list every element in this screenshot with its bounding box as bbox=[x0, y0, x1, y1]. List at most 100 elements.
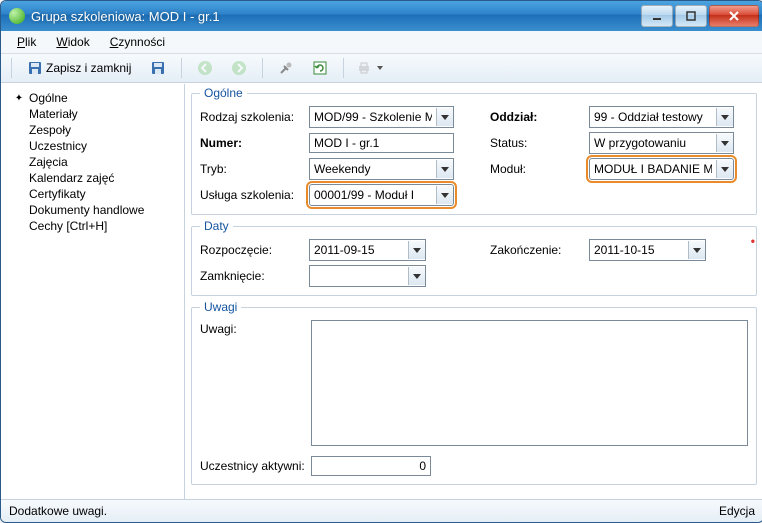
toolbar-sep-3 bbox=[343, 58, 344, 78]
refresh-icon bbox=[312, 60, 328, 76]
combo-rodzaj[interactable] bbox=[309, 106, 454, 128]
date-zamkniecie[interactable] bbox=[309, 265, 426, 287]
label-numer: Numer: bbox=[200, 136, 305, 150]
menubar: Plik Widok Czynności bbox=[1, 31, 762, 54]
print-icon bbox=[356, 60, 372, 76]
nav-back-button[interactable] bbox=[190, 57, 220, 79]
sidebar: ✦ Ogólne ▸ Materiały ▸ Zespoły ▸ Uczestn… bbox=[1, 84, 185, 499]
sidebar-item-attributes[interactable]: ▸ Cechy [Ctrl+H] bbox=[5, 218, 180, 234]
save-icon-2 bbox=[151, 61, 165, 75]
dropdown-icon[interactable] bbox=[716, 134, 733, 152]
dropdown-icon[interactable] bbox=[408, 267, 425, 285]
date-zakonczenie-input[interactable] bbox=[590, 241, 688, 259]
titlebar: Grupa szkoleniowa: MOD I - gr.1 bbox=[1, 1, 762, 31]
menu-actions[interactable]: Czynności bbox=[102, 33, 173, 51]
input-uczestnicy-aktywni[interactable] bbox=[311, 456, 431, 476]
sidebar-item-calendar[interactable]: ▸ Kalendarz zajęć bbox=[5, 170, 180, 186]
label-zamk: Zamknięcie: bbox=[200, 269, 305, 283]
menu-view-underline: W bbox=[56, 35, 67, 49]
toolbar-sep-0 bbox=[11, 58, 12, 78]
combo-oddzial[interactable] bbox=[589, 106, 734, 128]
save-button[interactable] bbox=[143, 57, 173, 79]
minimize-icon bbox=[652, 11, 662, 21]
dropdown-icon[interactable] bbox=[436, 186, 453, 204]
combo-status[interactable] bbox=[589, 132, 734, 154]
general-grid: Rodzaj szkolenia: Oddział: Numer: Status bbox=[200, 106, 748, 206]
sidebar-item-label: Ogólne bbox=[29, 91, 68, 105]
group-notes: Uwagi Uwagi: Uczestnicy aktywni: bbox=[191, 300, 757, 485]
menu-file-underline: P bbox=[17, 35, 25, 49]
sidebar-item-classes[interactable]: ▸ Zajęcia bbox=[5, 154, 180, 170]
chevron-right-icon: ✦ bbox=[13, 93, 25, 104]
print-button[interactable] bbox=[352, 57, 388, 79]
label-oddzial: Oddział: bbox=[490, 110, 585, 124]
save-close-label: Zapisz i zamknij bbox=[46, 61, 131, 75]
sidebar-item-general[interactable]: ✦ Ogólne bbox=[5, 90, 180, 106]
dropdown-icon[interactable] bbox=[436, 160, 453, 178]
combo-usluga-input[interactable] bbox=[310, 186, 436, 204]
window-buttons bbox=[641, 5, 759, 27]
sidebar-item-trade-docs[interactable]: ▸ Dokumenty handlowe bbox=[5, 202, 180, 218]
label-tryb: Tryb: bbox=[200, 162, 305, 176]
dropdown-icon[interactable] bbox=[408, 241, 425, 259]
group-dates: Daty Rozpoczęcie: Zakończenie: Zamknięci… bbox=[191, 219, 757, 296]
combo-modul-input[interactable] bbox=[590, 160, 716, 178]
dropdown-icon[interactable] bbox=[716, 108, 733, 126]
combo-oddzial-input[interactable] bbox=[590, 108, 716, 126]
group-notes-legend: Uwagi bbox=[200, 300, 241, 314]
tools-button[interactable] bbox=[271, 57, 301, 79]
combo-tryb-input[interactable] bbox=[310, 160, 436, 178]
dropdown-icon[interactable] bbox=[436, 108, 453, 126]
save-icon bbox=[28, 61, 42, 75]
sidebar-item-certificates[interactable]: ▸ Certyfikaty bbox=[5, 186, 180, 202]
status-left: Dodatkowe uwagi. bbox=[9, 504, 107, 518]
date-rozpoczecie-input[interactable] bbox=[310, 241, 408, 259]
textarea-uwagi[interactable] bbox=[311, 320, 748, 446]
dropdown-icon[interactable] bbox=[688, 241, 705, 259]
menu-view[interactable]: Widok bbox=[48, 33, 97, 51]
dropdown-icon bbox=[376, 64, 384, 72]
sidebar-item-label: Kalendarz zajęć bbox=[29, 171, 114, 185]
minimize-button[interactable] bbox=[641, 5, 673, 27]
date-zamkniecie-input[interactable] bbox=[310, 267, 408, 285]
label-zak: Zakończenie: bbox=[490, 243, 585, 257]
label-uwagi: Uwagi: bbox=[200, 320, 305, 446]
sidebar-item-teams[interactable]: ▸ Zespoły bbox=[5, 122, 180, 138]
notes-row: Uwagi: bbox=[200, 320, 748, 446]
tools-icon bbox=[278, 60, 294, 76]
date-rozpoczecie[interactable] bbox=[309, 239, 426, 261]
sidebar-item-label: Certyfikaty bbox=[29, 187, 86, 201]
combo-usluga[interactable] bbox=[309, 184, 454, 206]
sidebar-item-label: Dokumenty handlowe bbox=[29, 203, 144, 217]
toolbar-sep-1 bbox=[181, 58, 182, 78]
sidebar-item-label: Cechy [Ctrl+H] bbox=[29, 219, 107, 233]
combo-status-input[interactable] bbox=[590, 134, 716, 152]
menu-actions-rest: zynności bbox=[118, 35, 165, 49]
date-zakonczenie[interactable] bbox=[589, 239, 706, 261]
close-button[interactable] bbox=[709, 5, 759, 27]
group-dates-legend: Daty bbox=[200, 219, 233, 233]
refresh-button[interactable] bbox=[305, 57, 335, 79]
combo-tryb[interactable] bbox=[309, 158, 454, 180]
sidebar-item-materials[interactable]: ▸ Materiały bbox=[5, 106, 180, 122]
arrow-left-icon bbox=[197, 60, 213, 76]
label-uczestnicy: Uczestnicy aktywni: bbox=[200, 459, 305, 473]
toolbar: Zapisz i zamknij bbox=[1, 54, 762, 83]
combo-modul[interactable] bbox=[589, 158, 734, 180]
dates-grid: Rozpoczęcie: Zakończenie: Zamknięcie: bbox=[200, 239, 748, 287]
maximize-button[interactable] bbox=[675, 5, 707, 27]
sidebar-item-label: Uczestnicy bbox=[29, 139, 87, 153]
group-general: Ogólne Rodzaj szkolenia: Oddział: Numer: bbox=[191, 86, 757, 215]
maximize-icon bbox=[686, 11, 696, 21]
combo-rodzaj-input[interactable] bbox=[310, 108, 436, 126]
dropdown-icon[interactable] bbox=[716, 160, 733, 178]
sidebar-item-label: Zajęcia bbox=[29, 155, 68, 169]
save-close-button[interactable]: Zapisz i zamknij bbox=[20, 57, 139, 79]
app-window: Grupa szkoleniowa: MOD I - gr.1 Plik Wid… bbox=[0, 0, 762, 523]
group-general-legend: Ogólne bbox=[200, 86, 247, 100]
window-title: Grupa szkoleniowa: MOD I - gr.1 bbox=[31, 9, 641, 24]
sidebar-item-participants[interactable]: ▸ Uczestnicy bbox=[5, 138, 180, 154]
input-numer[interactable] bbox=[309, 133, 454, 153]
nav-forward-button[interactable] bbox=[224, 57, 254, 79]
menu-file[interactable]: Plik bbox=[9, 33, 44, 51]
